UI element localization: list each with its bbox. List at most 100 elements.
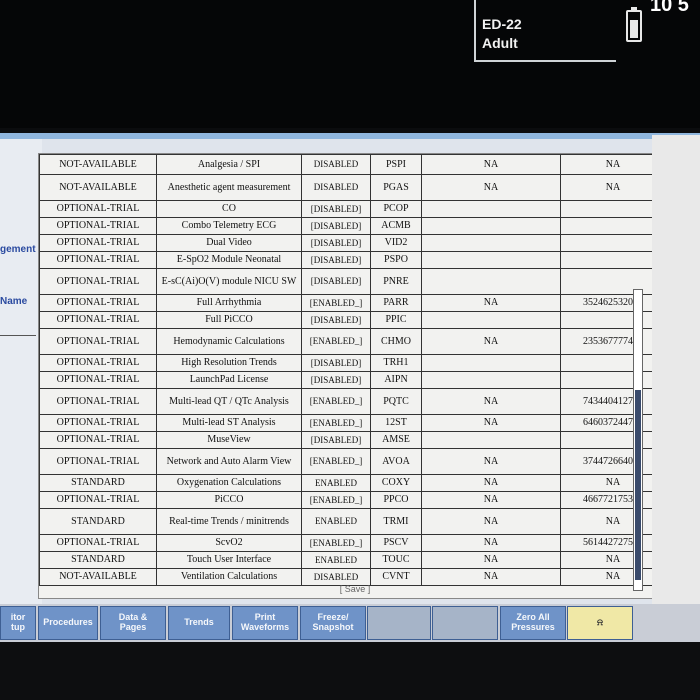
save-link[interactable]: [ Save ] [39,584,671,594]
table-row: NOT-AVAILABLE Ventilation Calculations DIS… [39,568,666,586]
button-label: Trends [184,617,214,628]
key-cell: NA [421,328,561,355]
table-row: OPTIONAL-TRIAL MuseView [DISABLED] AMSE [39,431,666,449]
feature-name-cell: Oxygenation Calculations [156,474,302,492]
table-row: OPTIONAL-TRIAL CO [DISABLED] PCOP [39,200,666,218]
code-cell: AMSE [370,431,422,449]
state-cell: [DISABLED] [301,371,371,389]
alarm-button[interactable]: ⍾ [567,606,633,640]
serial-cell: 352462532017 [560,294,666,312]
state-cell: [ENABLED_] [301,534,371,552]
serial-cell [560,371,666,389]
feature-name-cell: High Resolution Trends [156,354,302,372]
table-row: OPTIONAL-TRIAL Network and Auto Alarm Vie… [39,448,666,475]
key-cell [421,371,561,389]
disabled-button-2[interactable] [432,606,498,640]
license-status-cell: OPTIONAL-TRIAL [39,431,157,449]
button-label: itor tup [10,612,26,632]
table-row: OPTIONAL-TRIAL E-sC(Ai)O(V) module NICU S… [39,268,666,295]
serial-cell [560,431,666,449]
key-cell: NA [421,388,561,415]
feature-name-cell: Analgesia / SPI [156,154,302,175]
vertical-scrollbar[interactable] [633,289,643,591]
key-cell: NA [421,491,561,509]
key-cell [421,431,561,449]
code-cell: TRH1 [370,354,422,372]
scroll-thumb[interactable] [635,390,641,580]
table-row: OPTIONAL-TRIAL Full Arrhythmia [ENABLED_] P… [39,294,666,312]
bottom-toolbar: itor tup Procedures Data & Pages Trends Prin… [0,604,700,642]
code-cell: AVOA [370,448,422,475]
state-cell: [DISABLED] [301,354,371,372]
feature-name-cell: MuseView [156,431,302,449]
state-cell: [DISABLED] [301,200,371,218]
serial-cell: 561442727541 [560,534,666,552]
license-table: NOT-AVAILABLE Analgesia / SPI DISABLED PSPI… [39,154,666,586]
left-menu-panel: gement Name [0,139,42,609]
key-cell [421,251,561,269]
key-cell [421,200,561,218]
license-status-cell: OPTIONAL-TRIAL [39,448,157,475]
device-bezel-bottom [0,642,700,700]
button-label: Print Waveforms [240,612,290,632]
table-row: STANDARD Touch User Interface ENABLED TOUC N… [39,551,666,569]
feature-name-cell: Network and Auto Alarm View [156,448,302,475]
patient-info-box[interactable]: ED-22 Adult [474,0,616,62]
serial-cell: 466772175376 [560,491,666,509]
feature-name-cell: E-sC(Ai)O(V) module NICU SW [156,268,302,295]
feature-name-cell: Touch User Interface [156,551,302,569]
feature-name-cell: Anesthetic agent measurement [156,174,302,201]
license-status-cell: STANDARD [39,474,157,492]
table-row: NOT-AVAILABLE Anesthetic agent measuremen… [39,174,666,201]
code-cell: 12ST [370,414,422,432]
license-status-cell: OPTIONAL-TRIAL [39,354,157,372]
state-cell: [ENABLED_] [301,388,371,415]
monitor-setup-button[interactable]: itor tup [0,606,36,640]
key-cell [421,354,561,372]
key-cell: NA [421,414,561,432]
serial-cell: NA [560,174,666,201]
key-cell: NA [421,448,561,475]
state-cell: [DISABLED] [301,311,371,329]
license-screen: gement Name NOT-AVAILABLE Analgesia / SPI… [0,133,700,614]
code-cell: PGAS [370,174,422,201]
serial-cell: 646037244775 [560,414,666,432]
license-status-cell: OPTIONAL-TRIAL [39,294,157,312]
state-cell: ENABLED [301,474,371,492]
serial-cell [560,217,666,235]
key-cell [421,234,561,252]
license-status-cell: OPTIONAL-TRIAL [39,200,157,218]
data-pages-button[interactable]: Data & Pages [100,606,166,640]
code-cell: PARR [370,294,422,312]
key-cell [421,268,561,295]
key-cell: NA [421,174,561,201]
menu-item-name[interactable]: Name [0,296,27,307]
feature-name-cell: Multi-lead QT / QTc Analysis [156,388,302,415]
state-cell: DISABLED [301,568,371,586]
table-row: OPTIONAL-TRIAL High Resolution Trends [DIS… [39,354,666,372]
serial-cell: 235367777456 [560,328,666,355]
license-document: NOT-AVAILABLE Analgesia / SPI DISABLED PSPI… [38,153,672,599]
zero-pressures-button[interactable]: Zero All Pressures [500,606,566,640]
print-waveforms-button[interactable]: Print Waveforms [232,606,298,640]
button-label: Procedures [43,617,93,628]
code-cell: PPIC [370,311,422,329]
procedures-button[interactable]: Procedures [38,606,98,640]
code-cell: CVNT [370,568,422,586]
state-cell: [ENABLED_] [301,491,371,509]
code-cell: PSPO [370,251,422,269]
trends-button[interactable]: Trends [168,606,230,640]
menu-item-management[interactable]: gement [0,244,36,255]
code-cell: TRMI [370,508,422,535]
state-cell: ENABLED [301,551,371,569]
disabled-button-1[interactable] [367,606,431,640]
patient-type-label: Adult [482,35,518,51]
status-bar: ED-22 Adult 10 5 [0,0,700,128]
serial-cell [560,311,666,329]
freeze-snapshot-button[interactable]: Freeze/ Snapshot [300,606,366,640]
key-cell [421,311,561,329]
feature-name-cell: PiCCO [156,491,302,509]
license-status-cell: OPTIONAL-TRIAL [39,217,157,235]
code-cell: TOUC [370,551,422,569]
table-row: OPTIONAL-TRIAL PiCCO [ENABLED_] PPCO NA 46677… [39,491,666,509]
